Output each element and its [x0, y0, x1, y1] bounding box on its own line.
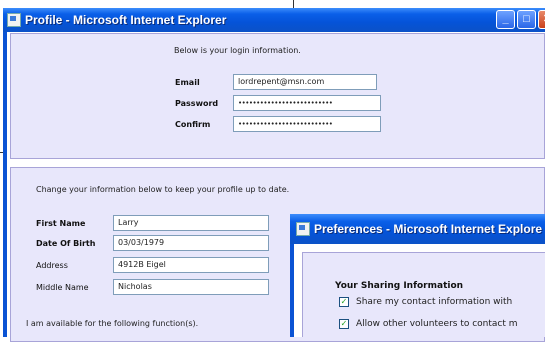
- sharing-heading: Your Sharing Information: [335, 281, 464, 291]
- profile-window-titlebar[interactable]: Profile - Microsoft Internet Explorer _ …: [3, 8, 545, 32]
- minimize-button[interactable]: _: [496, 10, 515, 29]
- functions-text: I am available for the following functio…: [26, 319, 199, 328]
- dob-label: Date Of Birth: [36, 239, 96, 248]
- password-field[interactable]: ••••••••••••••••••••••••••: [233, 95, 381, 111]
- confirm-label: Confirm: [175, 120, 211, 129]
- window-title: Profile - Microsoft Internet Explorer: [25, 13, 227, 27]
- middle-name-field[interactable]: Nicholas: [113, 279, 269, 295]
- ie-page-icon: [7, 13, 21, 27]
- password-label: Password: [175, 99, 219, 108]
- address-field[interactable]: 4912B Eigel: [113, 257, 269, 273]
- profile-intro-text: Change your information below to keep yo…: [36, 185, 290, 194]
- share-contact-label: Share my contact information with: [356, 297, 513, 307]
- middle-name-label: Middle Name: [36, 283, 89, 292]
- login-info-panel: Below is your login information. Email l…: [10, 33, 545, 159]
- login-intro-text: Below is your login information.: [174, 46, 301, 55]
- maximize-button[interactable]: □: [517, 10, 536, 29]
- first-name-label: First Name: [36, 219, 86, 228]
- window-title: Preferences - Microsoft Internet Explore: [314, 222, 543, 236]
- first-name-field[interactable]: Larry: [113, 215, 269, 231]
- address-label: Address: [36, 261, 68, 270]
- allow-contact-label: Allow other volunteers to contact m: [356, 319, 518, 329]
- email-field[interactable]: lordrepent@msn.com: [233, 74, 377, 90]
- allow-contact-checkbox[interactable]: ✓: [339, 319, 349, 329]
- share-contact-checkbox[interactable]: ✓: [339, 297, 349, 307]
- sharing-panel: Your Sharing Information ✓ Share my cont…: [302, 252, 545, 337]
- email-label: Email: [175, 78, 200, 87]
- close-button[interactable]: ✕: [538, 10, 545, 29]
- ie-page-icon: [296, 222, 310, 236]
- dob-field[interactable]: 03/03/1979: [113, 235, 269, 251]
- confirm-password-field[interactable]: ••••••••••••••••••••••••••: [233, 116, 381, 132]
- preferences-window: Preferences - Microsoft Internet Explore…: [290, 214, 545, 337]
- preferences-page-content: Your Sharing Information ✓ Share my cont…: [294, 244, 545, 337]
- preferences-window-titlebar[interactable]: Preferences - Microsoft Internet Explore: [290, 214, 545, 244]
